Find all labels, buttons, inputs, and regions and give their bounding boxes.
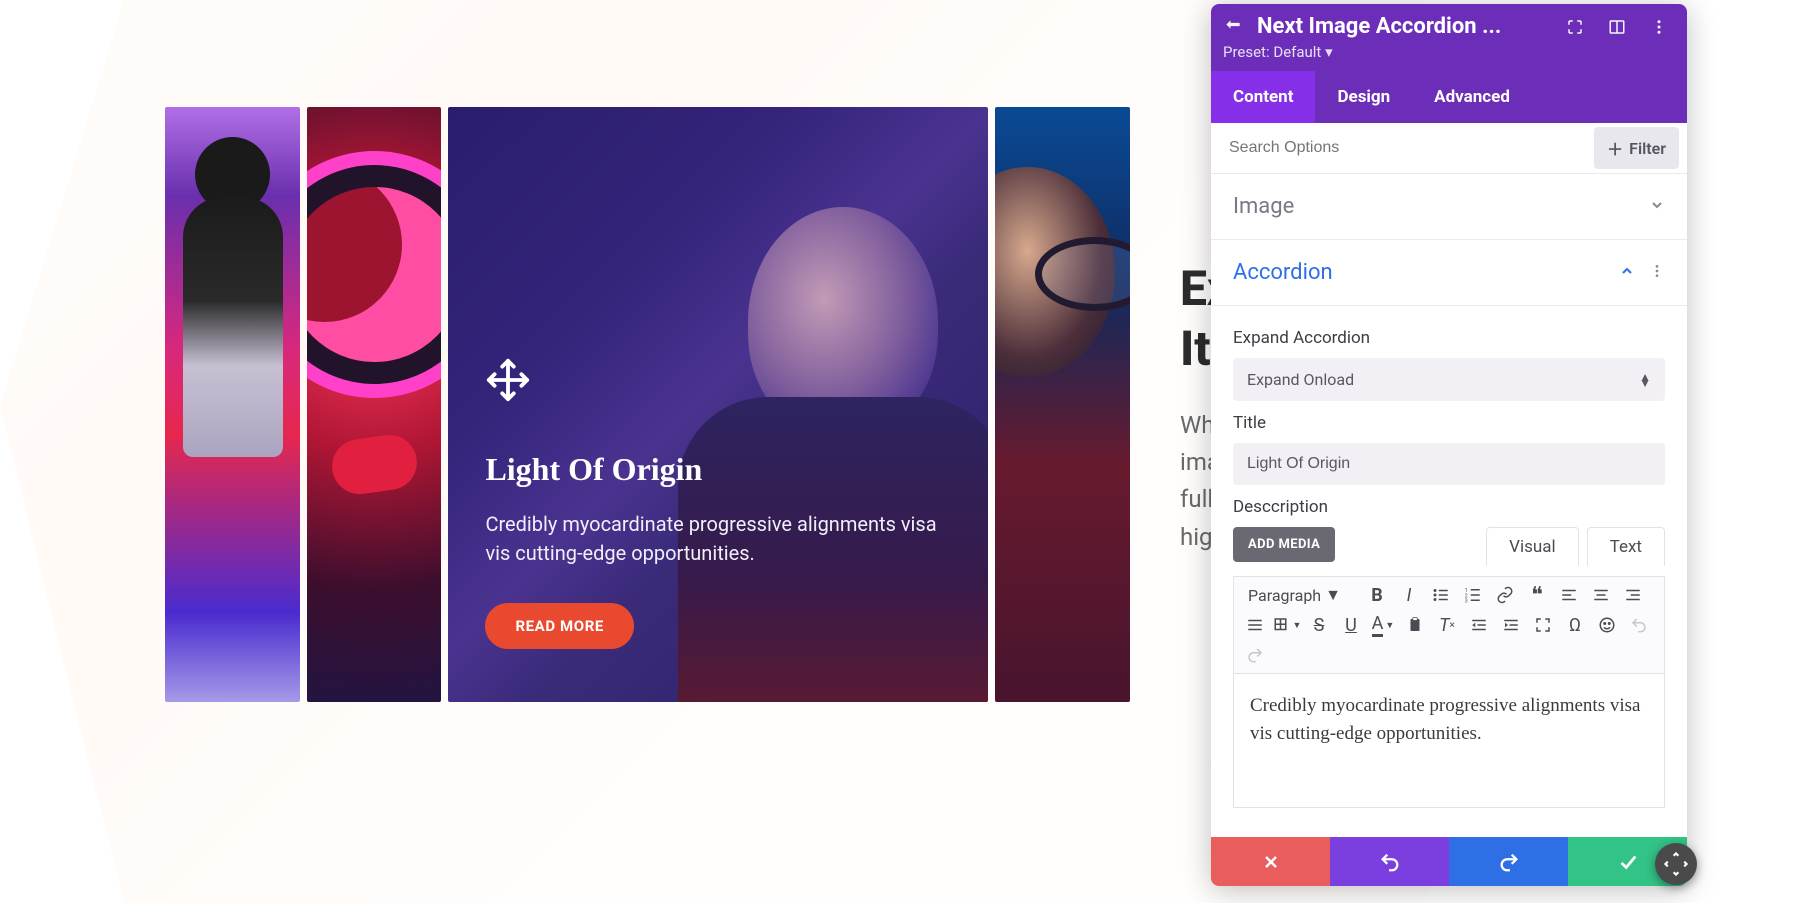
section-accordion-header[interactable]: Accordion — [1211, 240, 1687, 306]
filter-label: Filter — [1629, 139, 1666, 158]
section-image-header[interactable]: Image — [1211, 174, 1687, 240]
panel-footer-actions — [1211, 837, 1687, 886]
chevron-up-icon — [1619, 263, 1635, 283]
move-icon[interactable] — [485, 357, 951, 407]
search-input[interactable] — [1211, 123, 1594, 173]
strikethrough-icon[interactable]: S — [1304, 611, 1334, 639]
expand-accordion-select[interactable]: Expand Onload ▲▼ — [1233, 358, 1665, 401]
description-field-label: Desccription — [1233, 497, 1665, 517]
preset-value: Default — [1273, 43, 1321, 61]
accordion-item-3-active[interactable]: Light Of Origin Credibly myocardinate pr… — [448, 107, 988, 702]
page-para-line1: Wh — [1180, 411, 1215, 439]
preset-row[interactable]: Preset: Default ▾ — [1223, 43, 1669, 61]
undo-icon[interactable] — [1624, 611, 1654, 639]
back-icon[interactable] — [1223, 17, 1243, 37]
read-more-button[interactable]: READ MORE — [485, 603, 634, 649]
section-image-label: Image — [1233, 194, 1294, 219]
align-left-icon[interactable] — [1554, 581, 1584, 609]
bullet-list-icon[interactable] — [1426, 581, 1456, 609]
add-media-button[interactable]: ADD MEDIA — [1233, 527, 1335, 562]
align-justify-icon[interactable] — [1240, 611, 1270, 639]
indent-icon[interactable] — [1496, 611, 1526, 639]
title-field-label: Title — [1233, 413, 1665, 433]
image-accordion: Light Of Origin Credibly myocardinate pr… — [165, 107, 1130, 702]
fullscreen-icon[interactable] — [1528, 611, 1558, 639]
accordion-item-4[interactable] — [995, 107, 1130, 702]
search-row: ＋ Filter — [1211, 123, 1687, 174]
bold-icon[interactable]: B — [1362, 581, 1392, 609]
italic-icon[interactable]: I — [1394, 581, 1424, 609]
accordion-item-1[interactable] — [165, 107, 300, 702]
link-icon[interactable] — [1490, 581, 1520, 609]
tab-advanced[interactable]: Advanced — [1412, 71, 1532, 123]
plus-icon: ＋ — [1607, 136, 1623, 160]
chevron-down-icon — [1649, 197, 1665, 217]
section-accordion-body: Expand Accordion Expand Onload ▲▼ Title … — [1211, 306, 1687, 826]
title-input[interactable] — [1233, 443, 1665, 485]
accordion-desc: Credibly myocardinate progressive alignm… — [485, 510, 951, 569]
settings-panel: Next Image Accordion ... Preset: Default… — [1211, 4, 1687, 886]
emoji-icon[interactable] — [1592, 611, 1622, 639]
tab-design[interactable]: Design — [1315, 71, 1412, 123]
more-vert-icon[interactable] — [1649, 263, 1665, 283]
align-right-icon[interactable] — [1618, 581, 1648, 609]
editor-tab-text[interactable]: Text — [1587, 527, 1665, 566]
section-accordion-label: Accordion — [1233, 260, 1333, 285]
blockquote-icon[interactable]: ❝ — [1522, 581, 1552, 609]
text-color-icon[interactable]: A▼ — [1368, 611, 1398, 639]
expand-corner-icon[interactable] — [1565, 17, 1585, 37]
page-para-line4: hig — [1180, 523, 1213, 551]
rich-text-toolbar: Paragraph ▼ B I 123 ❝ ▼ S U A▼ T× — [1233, 576, 1665, 674]
more-vert-icon[interactable] — [1649, 17, 1669, 37]
outdent-icon[interactable] — [1464, 611, 1494, 639]
paragraph-format-select[interactable]: Paragraph ▼ — [1240, 581, 1360, 609]
expand-accordion-label: Expand Accordion — [1233, 328, 1665, 348]
filter-button[interactable]: ＋ Filter — [1594, 127, 1679, 169]
panel-header: Next Image Accordion ... Preset: Default… — [1211, 4, 1687, 71]
resize-handle[interactable] — [1655, 843, 1697, 885]
dropdown-caret-icon: ▼ — [1325, 585, 1341, 605]
special-char-icon[interactable]: Ω — [1560, 611, 1590, 639]
editor-tab-visual[interactable]: Visual — [1486, 527, 1578, 566]
numbered-list-icon[interactable]: 123 — [1458, 581, 1488, 609]
tab-content[interactable]: Content — [1211, 71, 1315, 123]
accordion-item-2[interactable] — [307, 107, 442, 702]
expand-accordion-value: Expand Onload — [1247, 370, 1354, 389]
preset-label: Preset: — [1223, 43, 1270, 61]
align-center-icon[interactable] — [1586, 581, 1616, 609]
paragraph-label: Paragraph — [1248, 586, 1321, 605]
underline-icon[interactable]: U — [1336, 611, 1366, 639]
cancel-button[interactable] — [1211, 837, 1330, 886]
table-icon[interactable]: ▼ — [1272, 611, 1302, 639]
accordion-title: Light Of Origin — [485, 451, 951, 488]
svg-text:3: 3 — [1465, 599, 1468, 605]
page-para-line3: full — [1180, 485, 1213, 513]
description-editor[interactable]: Credibly myocardinate progressive alignm… — [1233, 674, 1665, 808]
clear-formatting-icon[interactable]: T× — [1432, 611, 1462, 639]
paste-icon[interactable] — [1400, 611, 1430, 639]
panel-sections: Image Accordion Expand Accordion Expand … — [1211, 174, 1687, 837]
accordion-active-overlay: Light Of Origin Credibly myocardinate pr… — [485, 357, 951, 649]
panel-title: Next Image Accordion ... — [1257, 14, 1551, 39]
chevron-down-icon: ▾ — [1325, 43, 1333, 61]
undo-button[interactable] — [1330, 837, 1449, 886]
select-caret-icon: ▲▼ — [1639, 374, 1651, 386]
columns-icon[interactable] — [1607, 17, 1627, 37]
redo-icon[interactable] — [1240, 641, 1270, 669]
redo-button[interactable] — [1449, 837, 1568, 886]
panel-tabs: Content Design Advanced — [1211, 71, 1687, 123]
